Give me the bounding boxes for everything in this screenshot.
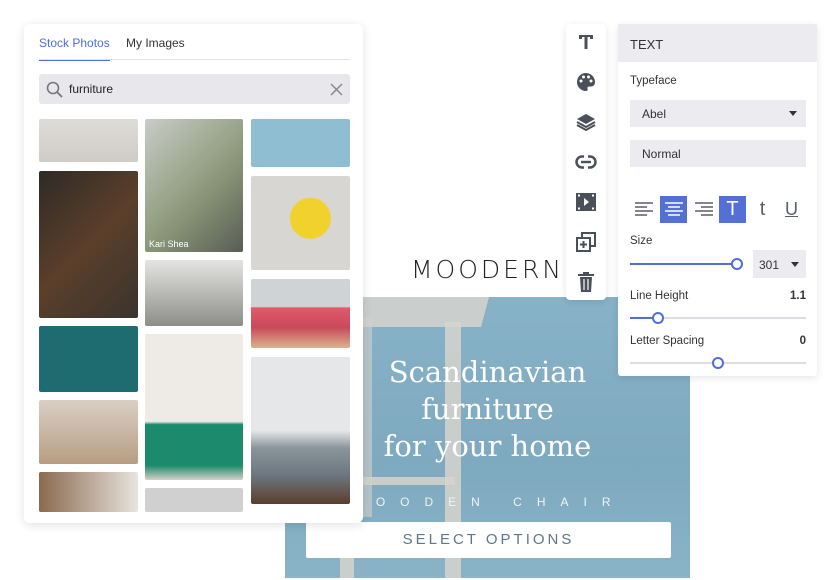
- size-slider-handle[interactable]: [731, 258, 743, 270]
- letter-spacing-slider[interactable]: [630, 357, 806, 369]
- size-value: 301: [759, 258, 780, 272]
- close-icon[interactable]: [330, 83, 343, 96]
- layers-icon[interactable]: [574, 110, 598, 134]
- underline-button[interactable]: U: [778, 196, 805, 223]
- select-options-button[interactable]: SELECT OPTIONS: [306, 522, 671, 558]
- photo-tile[interactable]: [39, 119, 138, 162]
- align-center-icon[interactable]: [660, 196, 687, 223]
- letter-spacing-label: Letter Spacing: [630, 335, 705, 347]
- trash-icon[interactable]: [574, 270, 598, 294]
- search-value[interactable]: furniture: [69, 82, 113, 96]
- photo-tile[interactable]: Kari Shea: [145, 119, 243, 252]
- typeface-dropdown[interactable]: Abel: [630, 100, 806, 127]
- image-library-panel: Stock Photos My Images furniture Kari Sh…: [24, 24, 363, 523]
- line-height-slider[interactable]: [630, 312, 806, 324]
- photo-tile[interactable]: [251, 357, 350, 504]
- font-weight-value: Normal: [642, 147, 681, 161]
- photo-tile[interactable]: [39, 472, 138, 512]
- uppercase-button[interactable]: T: [719, 196, 746, 223]
- uppercase-glyph: T: [726, 198, 739, 220]
- tab-my-images[interactable]: My Images: [126, 36, 185, 59]
- text-properties-panel: TEXT Typeface Abel Normal T t U Size 301…: [618, 24, 817, 376]
- tab-divider: [39, 59, 350, 60]
- photo-tile[interactable]: [145, 260, 243, 326]
- photo-tile[interactable]: [145, 488, 243, 512]
- font-weight-dropdown[interactable]: Normal: [630, 140, 806, 167]
- link-icon[interactable]: [574, 150, 598, 174]
- photo-tile[interactable]: [39, 400, 138, 464]
- align-left-icon[interactable]: [630, 196, 657, 223]
- tab-stock-photos[interactable]: Stock Photos: [39, 36, 110, 61]
- line-height-label: Line Height: [630, 290, 689, 302]
- size-label: Size: [630, 235, 653, 247]
- align-right-icon[interactable]: [690, 196, 717, 223]
- editor-toolbar: [566, 24, 606, 300]
- chevron-down-icon: [791, 262, 799, 267]
- photo-tile[interactable]: [251, 279, 350, 348]
- photo-tile[interactable]: [39, 326, 138, 392]
- photo-tile[interactable]: [251, 119, 350, 167]
- chevron-down-icon: [789, 111, 797, 116]
- search-icon: [46, 81, 63, 98]
- duplicate-icon[interactable]: [574, 230, 598, 254]
- line-height-slider-handle[interactable]: [652, 312, 664, 324]
- typeface-value: Abel: [642, 107, 667, 121]
- text-icon[interactable]: [574, 30, 598, 54]
- typeface-label: Typeface: [630, 75, 677, 87]
- search-input[interactable]: furniture: [39, 74, 350, 104]
- photo-caption: Kari Shea: [149, 239, 189, 249]
- photo-tile[interactable]: [251, 176, 350, 270]
- lowercase-glyph: t: [759, 198, 766, 220]
- line-height-value: 1.1: [790, 290, 806, 302]
- letter-spacing-slider-handle[interactable]: [712, 357, 724, 369]
- panel-title: TEXT: [618, 24, 817, 62]
- letter-spacing-value: 0: [799, 335, 806, 347]
- photo-tile[interactable]: [145, 334, 243, 480]
- lowercase-button[interactable]: t: [749, 196, 776, 223]
- video-icon[interactable]: [574, 190, 598, 214]
- underline-glyph: U: [785, 199, 798, 219]
- size-slider[interactable]: [630, 258, 743, 270]
- size-dropdown[interactable]: 301: [753, 250, 806, 278]
- photo-tile[interactable]: [39, 171, 138, 318]
- palette-icon[interactable]: [574, 70, 598, 94]
